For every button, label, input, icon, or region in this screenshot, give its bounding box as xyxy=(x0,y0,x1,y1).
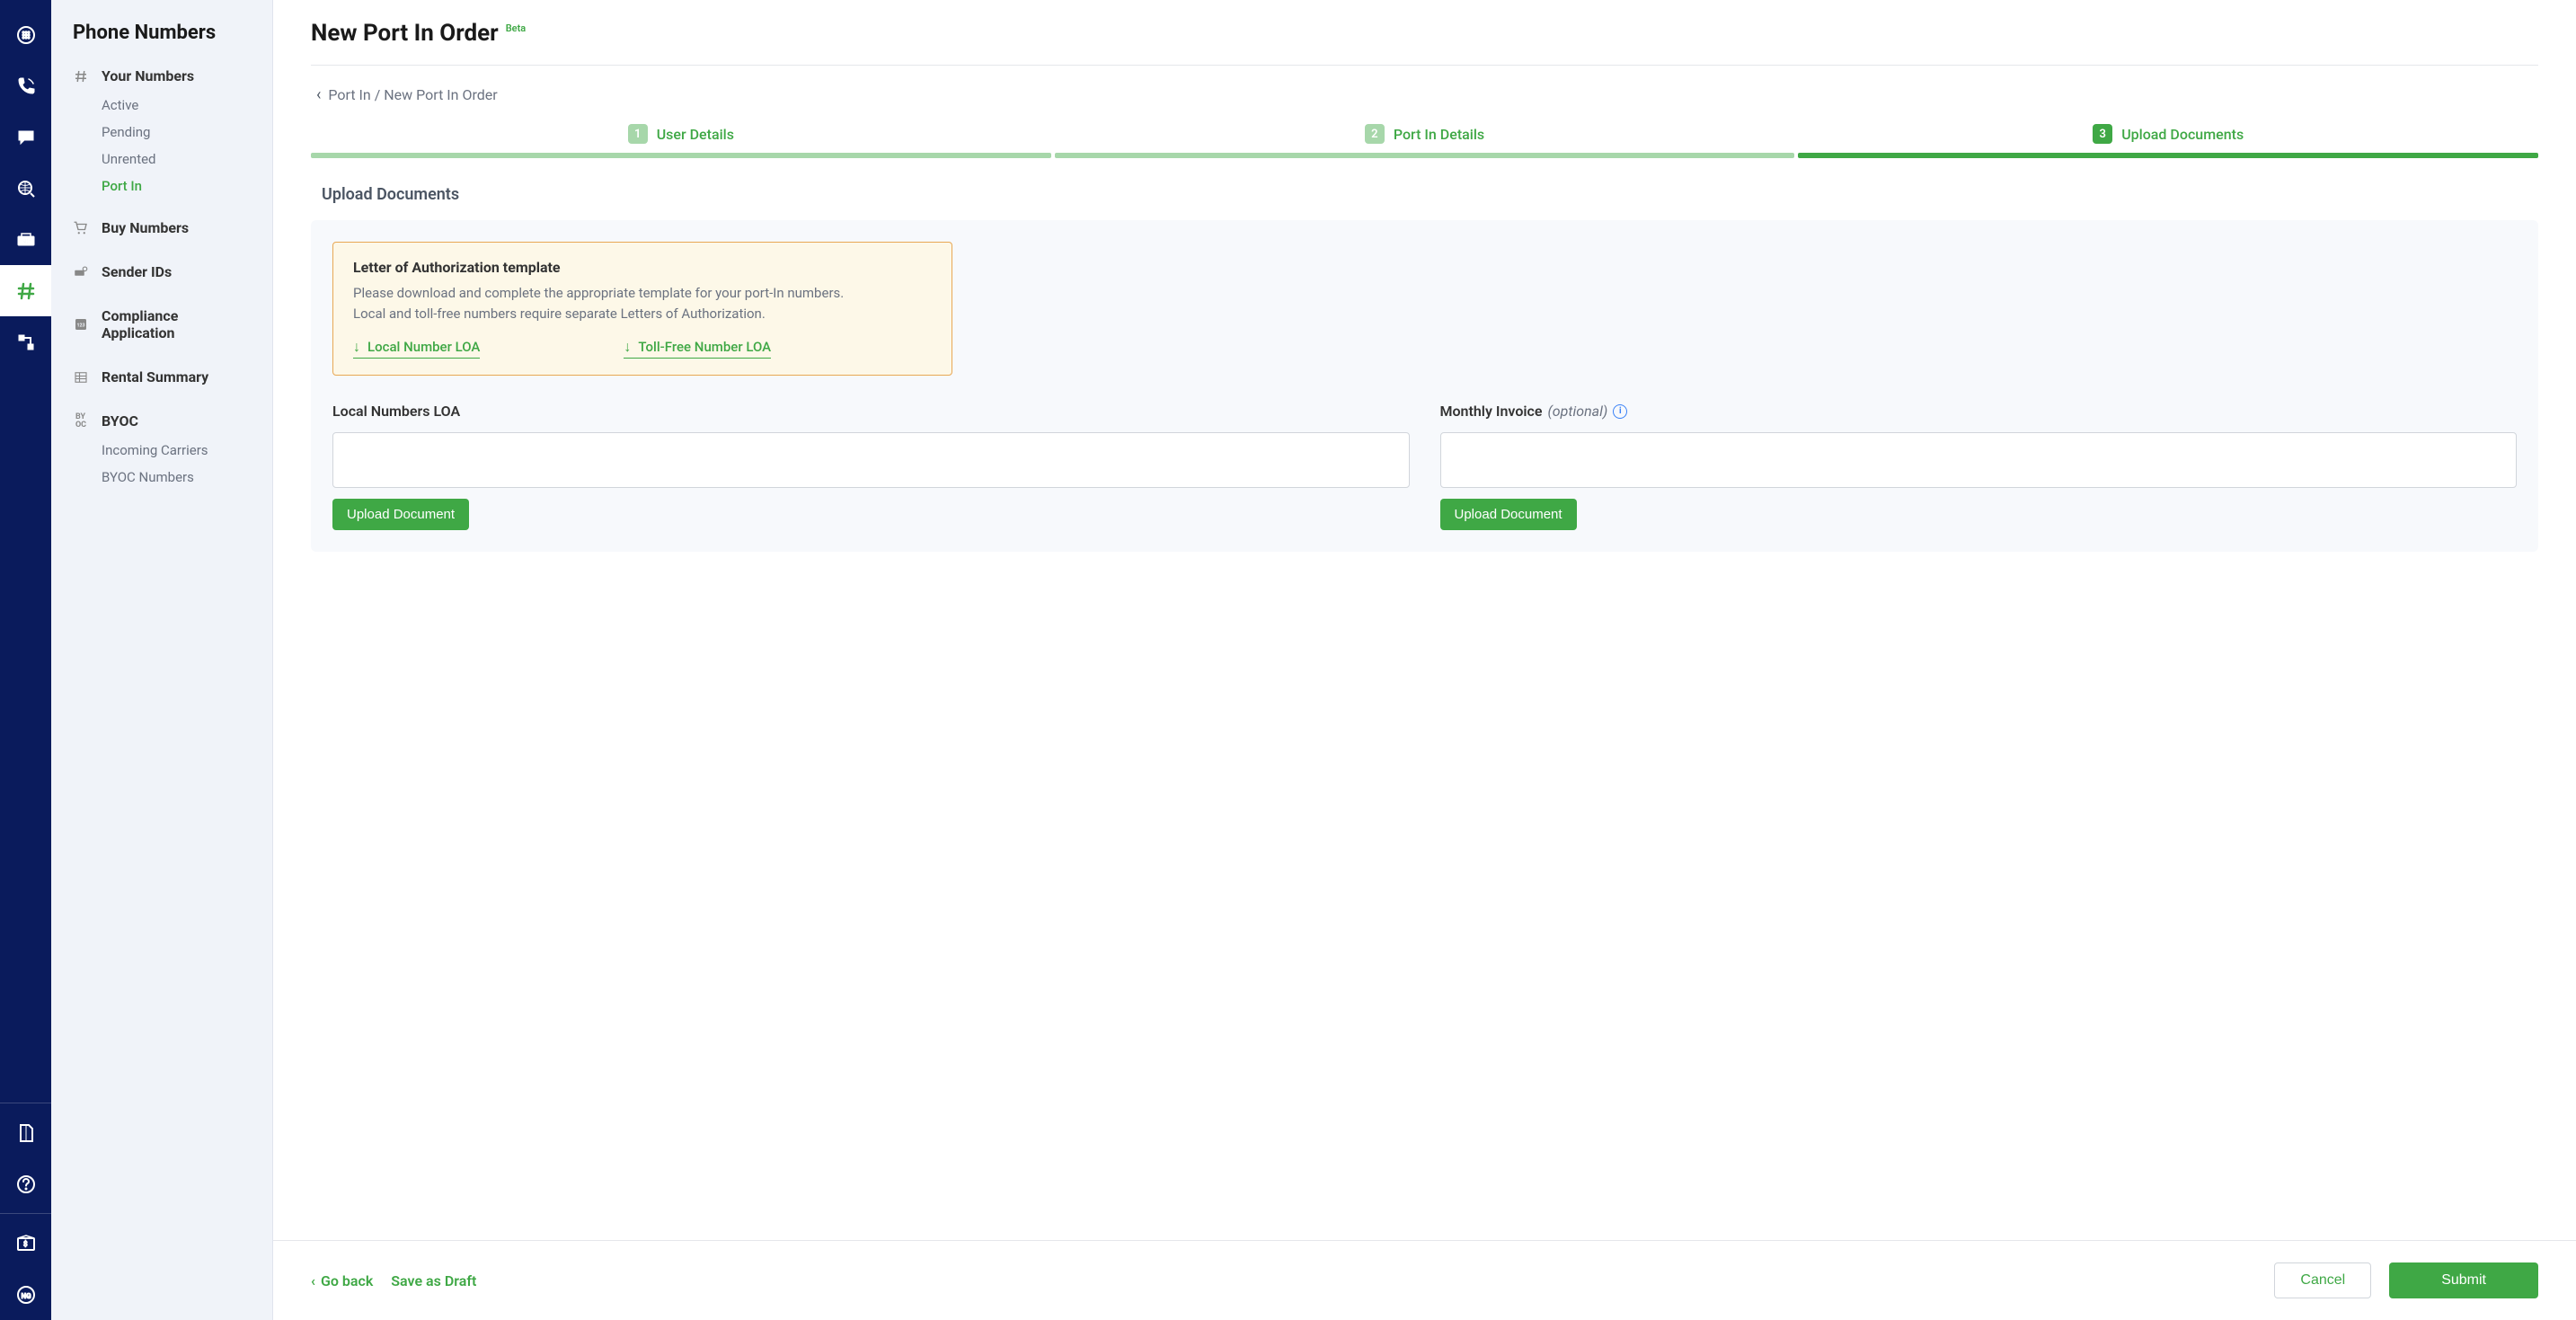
step-port-in-details[interactable]: 2 Port In Details xyxy=(1055,124,1795,158)
rail-sip-icon[interactable]: SIP xyxy=(0,214,51,265)
cancel-button[interactable]: Cancel xyxy=(2274,1262,2371,1298)
sidebar-group-label: Sender IDs xyxy=(102,263,172,280)
step-upload-documents[interactable]: 3 Upload Documents xyxy=(1798,124,2538,158)
loa-text: Please download and complete the appropr… xyxy=(353,283,932,323)
upload-invoice-button[interactable]: Upload Document xyxy=(1440,499,1577,530)
sidebar-group-label: Your Numbers xyxy=(102,67,194,84)
main-content: New Port In Order Beta ‹ Port In / New P… xyxy=(273,0,2576,1320)
go-back-link[interactable]: ‹ Go back xyxy=(311,1272,373,1289)
step-label: Port In Details xyxy=(1394,126,1484,143)
sidebar-item-unrented[interactable]: Unrented xyxy=(51,146,272,173)
footer: ‹ Go back Save as Draft Cancel Submit xyxy=(273,1240,2576,1320)
info-icon[interactable]: i xyxy=(1613,404,1627,419)
local-loa-label: Local Numbers LOA xyxy=(332,403,460,420)
sidebar-item-port-in[interactable]: Port In xyxy=(51,173,272,199)
byoc-icon: BYOC xyxy=(73,413,89,430)
rail-billing-icon[interactable]: $ xyxy=(0,1218,51,1269)
rail-cloud-dialpad-icon[interactable] xyxy=(0,9,51,60)
sidebar-item-buy-numbers[interactable]: Buy Numbers xyxy=(51,212,272,244)
optional-label: (optional) xyxy=(1547,403,1607,420)
rail-globe-search-icon[interactable] xyxy=(0,163,51,214)
stepper: 1 User Details 2 Port In Details 3 Upl xyxy=(311,124,2538,158)
sidebar-item-your-numbers[interactable]: Your Numbers xyxy=(51,60,272,92)
sidebar-group-label: Compliance Application xyxy=(102,307,251,341)
sidebar-group-label: Buy Numbers xyxy=(102,219,189,236)
rail-chat-icon[interactable] xyxy=(0,111,51,163)
rail-phone-icon[interactable] xyxy=(0,60,51,111)
hash-icon xyxy=(73,68,89,84)
rail-hash-icon[interactable] xyxy=(0,265,51,316)
rail-help-icon[interactable] xyxy=(0,1158,51,1209)
local-number-loa-link[interactable]: ↓ Local Number LOA xyxy=(353,338,480,359)
svg-text:NG: NG xyxy=(21,1292,31,1300)
sidebar-item-pending[interactable]: Pending xyxy=(51,119,272,146)
sidebar-item-byoc-numbers[interactable]: BYOC Numbers xyxy=(51,464,272,491)
download-icon: ↓ xyxy=(353,338,360,356)
sidebar-item-byoc[interactable]: BYOC BYOC xyxy=(51,405,272,437)
download-icon: ↓ xyxy=(624,338,631,356)
monthly-invoice-label: Monthly Invoice xyxy=(1440,403,1543,420)
sidebar-item-sender-ids[interactable]: Sender IDs xyxy=(51,256,272,288)
sidebar-item-active[interactable]: Active xyxy=(51,92,272,119)
rail-docs-icon[interactable] xyxy=(0,1107,51,1158)
sidebar-item-compliance[interactable]: 123 Compliance Application xyxy=(51,300,272,349)
submit-button[interactable]: Submit xyxy=(2389,1262,2538,1298)
monthly-invoice-dropzone[interactable] xyxy=(1440,432,2518,488)
toll-free-number-loa-link[interactable]: ↓ Toll-Free Number LOA xyxy=(624,338,771,359)
breadcrumb[interactable]: ‹ Port In / New Port In Order xyxy=(311,66,2538,124)
upload-local-loa-button[interactable]: Upload Document xyxy=(332,499,469,530)
compliance-icon: 123 xyxy=(73,316,89,332)
rail-network-icon[interactable] xyxy=(0,316,51,368)
local-loa-dropzone[interactable] xyxy=(332,432,1410,488)
chevron-left-icon: ‹ xyxy=(316,85,321,104)
sidebar-item-rental-summary[interactable]: Rental Summary xyxy=(51,361,272,393)
table-icon xyxy=(73,369,89,385)
beta-tag: Beta xyxy=(506,22,527,34)
save-as-draft-link[interactable]: Save as Draft xyxy=(391,1272,476,1289)
sender-id-icon xyxy=(73,264,89,280)
step-label: User Details xyxy=(657,126,734,143)
page-title: New Port In Order xyxy=(311,20,499,47)
sidebar: Phone Numbers Your Numbers Active Pendin… xyxy=(51,0,273,1320)
breadcrumb-text: Port In / New Port In Order xyxy=(328,86,497,103)
upload-card: Letter of Authorization template Please … xyxy=(311,220,2538,552)
step-bar xyxy=(311,153,1051,158)
step-badge: 3 xyxy=(2093,124,2112,144)
chevron-left-icon: ‹ xyxy=(311,1272,315,1289)
step-bar xyxy=(1798,153,2538,158)
sidebar-title: Phone Numbers xyxy=(51,22,272,60)
cart-icon xyxy=(73,220,89,236)
step-label: Upload Documents xyxy=(2121,126,2244,143)
sidebar-item-incoming-carriers[interactable]: Incoming Carriers xyxy=(51,437,272,464)
step-badge: 2 xyxy=(1365,124,1385,144)
step-bar xyxy=(1055,153,1795,158)
step-user-details[interactable]: 1 User Details xyxy=(311,124,1051,158)
step-badge: 1 xyxy=(628,124,648,144)
loa-template-box: Letter of Authorization template Please … xyxy=(332,242,952,376)
section-title: Upload Documents xyxy=(322,185,2538,204)
sidebar-group-label: Rental Summary xyxy=(102,368,208,385)
svg-text:$: $ xyxy=(23,1240,28,1248)
svg-text:123: 123 xyxy=(76,323,84,328)
icon-rail: SIP $ NG xyxy=(0,0,51,1320)
rail-status-icon[interactable]: NG xyxy=(0,1269,51,1320)
svg-text:SIP: SIP xyxy=(21,238,31,245)
loa-title: Letter of Authorization template xyxy=(353,259,932,276)
sidebar-group-label: BYOC xyxy=(102,412,138,430)
